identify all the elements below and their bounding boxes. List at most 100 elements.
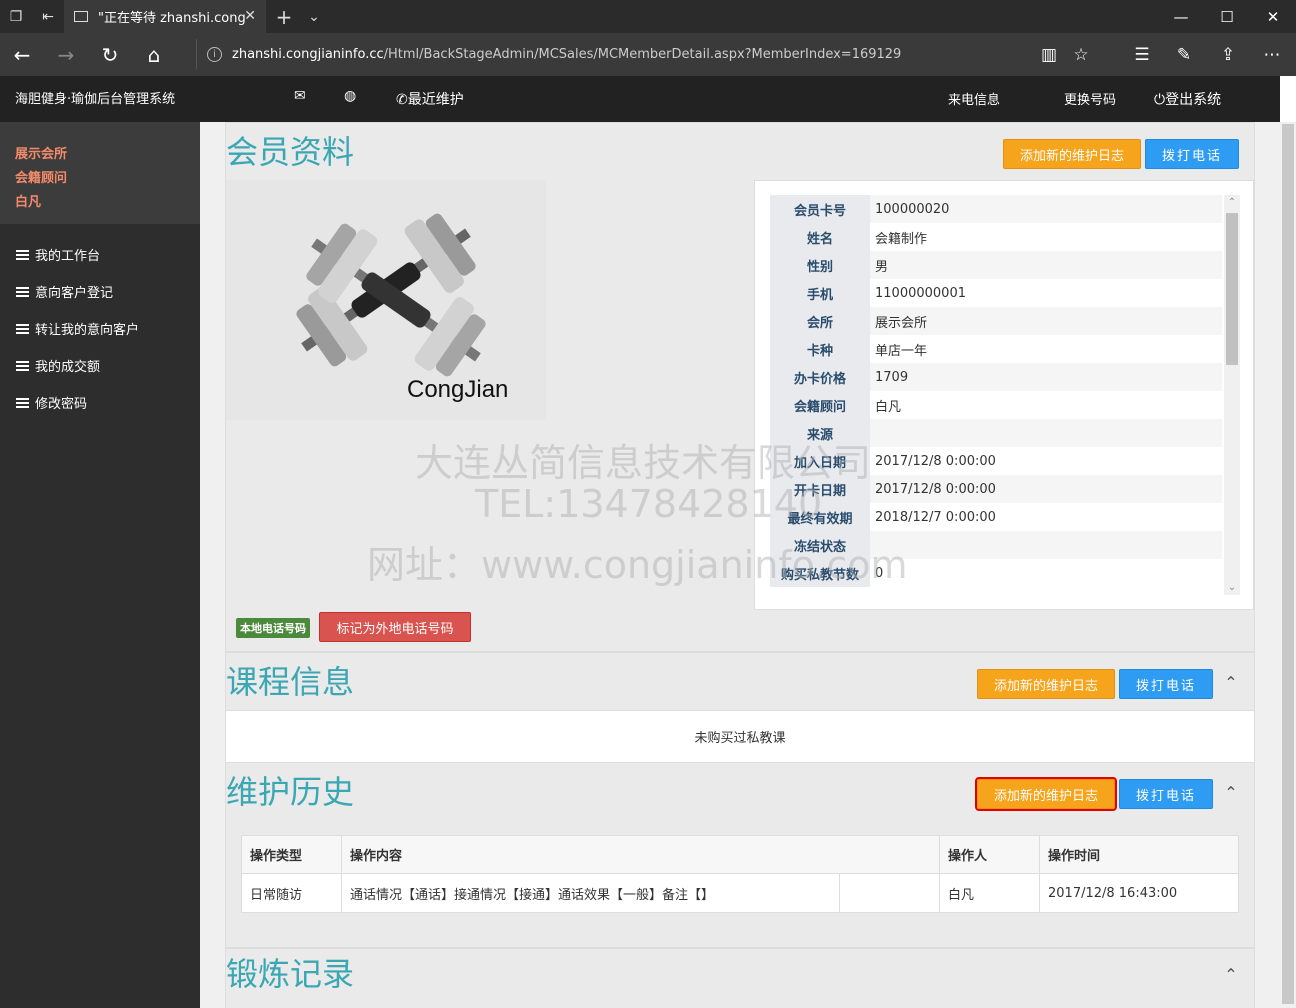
table-header: 操作类型 操作内容 操作人 操作时间 bbox=[242, 836, 1238, 874]
photo-caption: CongJian bbox=[407, 376, 509, 403]
info-scrollbar[interactable]: ⌃ ⌄ bbox=[1224, 195, 1240, 595]
web-note-icon[interactable]: ✎ bbox=[1166, 33, 1202, 76]
info-value: 2017/12/8 0:00:00 bbox=[875, 453, 996, 469]
more-icon[interactable]: ⋯ bbox=[1254, 33, 1290, 76]
page-scrollbar[interactable] bbox=[1280, 122, 1296, 1008]
info-value: 2017/12/8 0:00:00 bbox=[875, 481, 996, 497]
info-value: 0 bbox=[875, 565, 884, 581]
info-row: 冻结状态 bbox=[770, 531, 1222, 559]
site-info-icon[interactable]: i bbox=[207, 46, 222, 62]
logout-link[interactable]: ⏻登出系统 bbox=[1154, 89, 1221, 109]
sidebar-item-my-deals[interactable]: 我的成交额 bbox=[0, 347, 200, 384]
exercise-title: 锻炼记录 bbox=[226, 955, 355, 993]
user-info: 展示会所 会籍顾问 白凡 bbox=[0, 122, 200, 224]
col-time: 操作时间 bbox=[1040, 836, 1238, 873]
info-key: 来源 bbox=[770, 419, 870, 447]
maximize-icon[interactable]: ☐ bbox=[1204, 0, 1250, 33]
info-value: 1709 bbox=[875, 369, 909, 385]
local-phone-badge: 本地电话号码 bbox=[236, 618, 310, 638]
club-name: 展示会所 bbox=[15, 147, 68, 162]
user-role: 会籍顾问 bbox=[15, 171, 68, 186]
course-empty-text: 未购买过私教课 bbox=[694, 731, 786, 746]
info-key: 会员卡号 bbox=[770, 195, 870, 223]
close-tab-icon[interactable]: ✕ bbox=[244, 8, 256, 24]
course-empty: 未购买过私教课 bbox=[226, 710, 1254, 762]
address-bar: ← → ↻ ⌂ i zhanshi.congjianinfo.cc /Html/… bbox=[0, 33, 1296, 76]
info-value bbox=[870, 531, 1222, 559]
list-icon bbox=[16, 397, 29, 408]
favorite-star-icon[interactable]: ☆ bbox=[1063, 33, 1099, 76]
col-content: 操作内容 bbox=[342, 836, 940, 873]
share-icon[interactable]: ⇪ bbox=[1210, 33, 1246, 76]
sidebar-item-label: 转让我的意向客户 bbox=[35, 323, 140, 338]
url-host: zhanshi.congjianinfo.cc bbox=[232, 46, 384, 62]
minimize-icon[interactable]: — bbox=[1158, 0, 1204, 33]
logout-label: 登出系统 bbox=[1165, 92, 1222, 108]
globe-icon[interactable]: ◍ bbox=[344, 88, 356, 104]
info-value: 男 bbox=[875, 259, 889, 275]
sidebar-item-change-password[interactable]: 修改密码 bbox=[0, 384, 200, 421]
info-key: 冻结状态 bbox=[770, 531, 870, 559]
collapse-chevron-icon[interactable]: ⌃ bbox=[1223, 785, 1239, 801]
sidebar: 展示会所 会籍顾问 白凡 我的工作台 意向客户登记 转让我的意向客户 我的成交额… bbox=[0, 122, 200, 1008]
info-value bbox=[870, 419, 1222, 447]
sidebar-item-transfer-prospect[interactable]: 转让我的意向客户 bbox=[0, 310, 200, 347]
user-name: 白凡 bbox=[15, 195, 42, 210]
call-button[interactable]: 拨打电话 bbox=[1145, 139, 1239, 169]
member-panel: 会员资料 添加新的维护日志 拨打电话 CongJian 会员卡号 1000000… bbox=[225, 122, 1255, 652]
info-row: 加入日期 2017/12/8 0:00:00 bbox=[770, 447, 1222, 475]
reading-view-icon[interactable]: ▥ bbox=[1031, 33, 1067, 76]
table-row: 日常随访 通话情况【通话】接通情况【接通】通话效果【一般】备注【】 白凡 201… bbox=[242, 874, 1238, 912]
info-value: 会籍制作 bbox=[875, 231, 928, 247]
set-aside-tabs-icon[interactable]: ⇤ bbox=[32, 0, 64, 33]
info-row: 卡种 单店一年 bbox=[770, 335, 1222, 363]
info-row: 会所 展示会所 bbox=[770, 307, 1222, 335]
exercise-panel: 锻炼记录 ⌃ bbox=[225, 948, 1255, 1008]
new-tab-icon[interactable]: + bbox=[268, 0, 300, 33]
info-key: 办卡价格 bbox=[770, 363, 870, 391]
list-icon bbox=[16, 249, 29, 260]
back-icon[interactable]: ← bbox=[0, 33, 44, 76]
browser-tab[interactable]: "正在等待 zhanshi.cong ✕ bbox=[64, 0, 266, 33]
info-row: 开卡日期 2017/12/8 0:00:00 bbox=[770, 475, 1222, 503]
phone-icon: ✆ bbox=[396, 92, 408, 108]
sidebar-item-register-prospect[interactable]: 意向客户登记 bbox=[0, 273, 200, 310]
mail-icon[interactable]: ✉ bbox=[294, 88, 306, 104]
info-value: 单店一年 bbox=[875, 343, 928, 359]
tab-list-icon[interactable]: ❐ bbox=[0, 0, 32, 33]
change-number-link[interactable]: 更换号码 bbox=[1064, 89, 1116, 108]
page-scroll-thumb[interactable] bbox=[1282, 124, 1294, 1004]
call-button[interactable]: 拨打电话 bbox=[1119, 779, 1213, 809]
info-value: 11000000001 bbox=[875, 285, 966, 301]
add-log-button[interactable]: 添加新的维护日志 bbox=[977, 669, 1115, 699]
close-window-icon[interactable]: ✕ bbox=[1250, 0, 1296, 33]
sidebar-item-workbench[interactable]: 我的工作台 bbox=[0, 236, 200, 273]
cell-empty bbox=[840, 874, 940, 912]
favorites-hub-icon[interactable]: ☰ bbox=[1124, 33, 1160, 76]
info-key: 姓名 bbox=[770, 223, 870, 251]
add-log-button[interactable]: 添加新的维护日志 bbox=[1003, 139, 1141, 169]
sidebar-item-label: 修改密码 bbox=[35, 397, 88, 412]
refresh-icon[interactable]: ↻ bbox=[88, 33, 132, 76]
tab-preview-icon[interactable]: ⌄ bbox=[298, 0, 330, 33]
scroll-thumb[interactable] bbox=[1226, 213, 1238, 365]
scroll-down-icon[interactable]: ⌄ bbox=[1224, 582, 1240, 593]
scroll-up-icon[interactable]: ⌃ bbox=[1224, 197, 1240, 208]
collapse-chevron-icon[interactable]: ⌃ bbox=[1223, 675, 1239, 691]
call-button[interactable]: 拨打电话 bbox=[1119, 669, 1213, 699]
forward-icon[interactable]: → bbox=[44, 33, 88, 76]
url-field[interactable]: i zhanshi.congjianinfo.cc /Html/BackStag… bbox=[196, 39, 1026, 69]
course-panel: 课程信息 添加新的维护日志 拨打电话 ⌃ 未购买过私教课 bbox=[225, 652, 1255, 762]
mark-remote-button[interactable]: 标记为外地电话号码 bbox=[319, 612, 471, 642]
collapse-chevron-icon[interactable]: ⌃ bbox=[1223, 967, 1239, 983]
info-row: 性别男 bbox=[770, 251, 1222, 279]
info-key: 购买私教节数 bbox=[770, 559, 870, 587]
home-icon[interactable]: ⌂ bbox=[132, 33, 176, 76]
member-title: 会员资料 bbox=[226, 133, 355, 171]
incoming-call-link[interactable]: 来电信息 bbox=[948, 89, 1000, 108]
info-row: 会籍顾问 白凡 bbox=[770, 391, 1222, 419]
recent-maintenance-link[interactable]: ✆最近维护 bbox=[396, 89, 464, 109]
info-key: 加入日期 bbox=[770, 447, 870, 475]
cell-type: 日常随访 bbox=[242, 874, 342, 912]
add-log-button[interactable]: 添加新的维护日志 bbox=[975, 777, 1117, 811]
